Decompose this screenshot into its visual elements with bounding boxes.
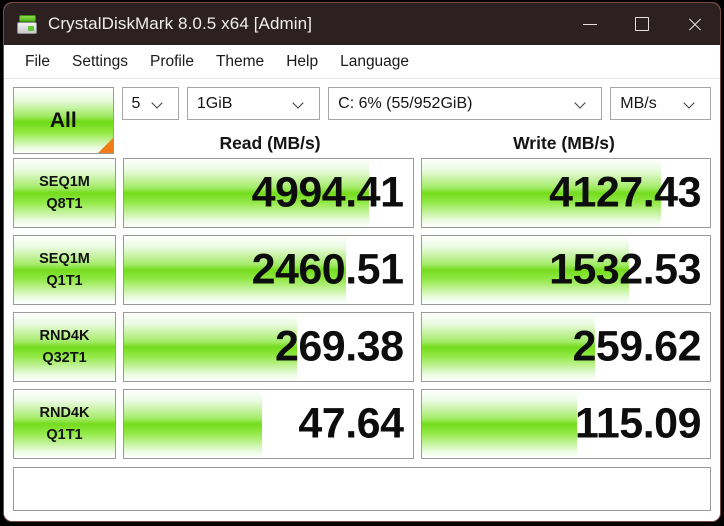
read-score-value: 269.38 — [274, 322, 404, 371]
write-score-rnd4k-q32t1[interactable]: 259.62 — [420, 312, 711, 382]
write-score-seq1m-q1t1[interactable]: 1532.53 — [420, 235, 711, 305]
window-controls — [564, 3, 720, 45]
unit-value: MB/s — [620, 94, 657, 112]
menu-item-help[interactable]: Help — [275, 50, 329, 74]
chevron-down-icon — [152, 98, 171, 109]
toolbar: All 5 1GiB C: 6% (55/952GiB) MB/s — [13, 87, 711, 154]
chevron-down-icon — [684, 98, 703, 109]
test-size-select[interactable]: 1GiB — [186, 87, 321, 120]
title-bar: CrystalDiskMark 8.0.5 x64 [Admin] — [4, 3, 720, 45]
menu-item-theme[interactable]: Theme — [205, 50, 275, 74]
write-column-header: Write (MB/s) — [513, 132, 615, 153]
read-score-value: 2460.51 — [251, 245, 404, 294]
chevron-down-icon — [293, 98, 312, 109]
read-score-rnd4k-q1t1[interactable]: 47.64 — [123, 389, 414, 459]
test-size-value: 1GiB — [196, 94, 233, 112]
test-name-line1: RND4K — [39, 327, 90, 344]
minimize-icon — [583, 23, 597, 25]
test-label-rnd4k-q1t1[interactable]: RND4K Q1T1 — [13, 389, 116, 459]
menu-item-language[interactable]: Language — [329, 50, 420, 74]
test-label-rnd4k-q32t1[interactable]: RND4K Q32T1 — [13, 312, 116, 382]
read-score-seq1m-q1t1[interactable]: 2460.51 — [123, 235, 414, 305]
read-score-rnd4k-q32t1[interactable]: 269.38 — [123, 312, 414, 382]
test-label-seq1m-q8t1[interactable]: SEQ1M Q8T1 — [13, 158, 116, 228]
read-score-seq1m-q8t1[interactable]: 4994.41 — [123, 158, 414, 228]
read-score-bar — [124, 390, 263, 458]
menu-item-profile[interactable]: Profile — [139, 50, 205, 74]
test-name-line2: Q1T1 — [46, 427, 83, 443]
comment-input[interactable] — [13, 467, 711, 511]
chevron-down-icon — [575, 98, 594, 109]
drive-value: C: 6% (55/952GiB) — [338, 94, 473, 112]
main-content: All 5 1GiB C: 6% (55/952GiB) MB/s Read (… — [4, 79, 720, 521]
minimize-button[interactable] — [564, 3, 616, 45]
write-score-value: 259.62 — [572, 322, 701, 371]
test-name-line2: Q32T1 — [42, 350, 87, 366]
drive-select[interactable]: C: 6% (55/952GiB) — [328, 87, 603, 120]
disk-drive-icon — [16, 13, 38, 35]
read-score-value: 4994.41 — [251, 168, 404, 217]
write-score-bar — [421, 390, 578, 458]
write-score-seq1m-q8t1[interactable]: 4127.43 — [420, 158, 711, 228]
read-column-header: Read (MB/s) — [219, 132, 321, 153]
close-icon — [687, 17, 702, 32]
table-row: RND4K Q1T1 47.64 115.09 — [13, 389, 711, 459]
menu-bar: File Settings Profile Theme Help Languag… — [4, 45, 720, 79]
write-score-bar — [421, 313, 595, 381]
run-all-button[interactable]: All — [13, 87, 114, 154]
write-score-value: 115.09 — [574, 399, 702, 448]
window-title: CrystalDiskMark 8.0.5 x64 [Admin] — [48, 14, 313, 33]
table-row: SEQ1M Q8T1 4994.41 4127.43 — [13, 158, 711, 228]
crystaldiskmark-window: CrystalDiskMark 8.0.5 x64 [Admin] File S… — [3, 2, 721, 522]
menu-item-settings[interactable]: Settings — [61, 50, 139, 74]
write-score-value: 1532.53 — [549, 245, 701, 294]
table-row: SEQ1M Q1T1 2460.51 1532.53 — [13, 235, 711, 305]
test-name-line1: RND4K — [39, 404, 90, 421]
maximize-icon — [635, 17, 649, 31]
maximize-button[interactable] — [616, 3, 668, 45]
results-table: SEQ1M Q8T1 4994.41 4127.43 SEQ1M Q1T1 24… — [13, 158, 711, 459]
test-name-line1: SEQ1M — [39, 250, 90, 267]
test-name-line2: Q8T1 — [46, 196, 83, 212]
test-count-select[interactable]: 5 — [121, 87, 179, 120]
unit-select[interactable]: MB/s — [610, 87, 711, 120]
column-headers: Read (MB/s) Write (MB/s) — [13, 128, 711, 158]
write-score-value: 4127.43 — [549, 168, 701, 217]
test-name-line1: SEQ1M — [39, 173, 90, 190]
test-label-seq1m-q1t1[interactable]: SEQ1M Q1T1 — [13, 235, 116, 305]
test-name-line2: Q1T1 — [46, 273, 83, 289]
close-button[interactable] — [668, 3, 720, 45]
test-count-value: 5 — [131, 94, 141, 112]
read-score-value: 47.64 — [298, 399, 404, 448]
read-score-bar — [124, 313, 298, 381]
write-score-rnd4k-q1t1[interactable]: 115.09 — [420, 389, 711, 459]
menu-item-file[interactable]: File — [14, 50, 61, 74]
table-row: RND4K Q32T1 269.38 259.62 — [13, 312, 711, 382]
